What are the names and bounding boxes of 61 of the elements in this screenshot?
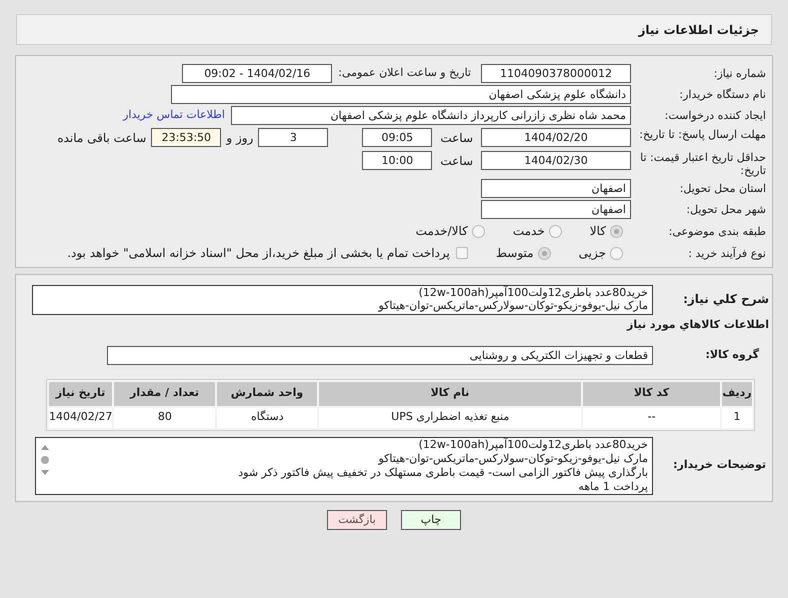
field-label: گروه کالا: bbox=[704, 346, 760, 363]
field-label: ساعت bbox=[440, 130, 473, 147]
field-label: روز و bbox=[226, 130, 254, 147]
field-label: حداقل تاریخ اعتبار قیمت: تا تاریخ: bbox=[639, 151, 766, 177]
table-cell: منبع تغذیه اضطراری UPS bbox=[319, 408, 582, 428]
text-field[interactable]: 1404/02/30 bbox=[481, 151, 631, 170]
radio-button[interactable] bbox=[472, 224, 485, 238]
radio-button[interactable] bbox=[610, 246, 623, 260]
table-cell: دستگاه bbox=[217, 408, 318, 428]
field-label: ایجاد کننده درخواست: bbox=[664, 109, 766, 122]
radio-label: خدمت bbox=[512, 223, 545, 240]
field-label: شرح کلي نياز: bbox=[682, 291, 769, 308]
text-field[interactable]: اصفهان bbox=[481, 200, 631, 219]
radio-button[interactable] bbox=[548, 224, 562, 238]
column-header: واحد شمارش bbox=[217, 382, 317, 406]
table-cell: 1404/02/27 bbox=[49, 408, 112, 428]
text-field[interactable]: قطعات و تجهیزات الکتریکی و روشنایی bbox=[107, 346, 653, 364]
radio-label: جزیی bbox=[578, 245, 606, 262]
text-field[interactable]: 09:05 bbox=[362, 128, 432, 147]
field-label: مهلت ارسال پاسخ: تا تاریخ: bbox=[638, 128, 766, 141]
table-cell: 1 bbox=[722, 408, 752, 428]
print-button[interactable]: چاپ bbox=[401, 510, 461, 530]
text-field[interactable]: اصفهان bbox=[481, 179, 631, 198]
text-field[interactable]: محمد شاه نظری زازرانی کارپرداز دانشگاه علوم پزشکی اصفهان bbox=[231, 106, 631, 125]
checkbox-label: پرداخت تمام یا بخشی از مبلغ خرید،از محل "اسناد خزانه اسلامی" خواهد بود. bbox=[67, 245, 450, 262]
field-label: طبقه بندی موضوعی: bbox=[668, 224, 766, 238]
page-title: جزئیات اطلاعات نیاز bbox=[638, 22, 759, 38]
field-label: تاریخ و ساعت اعلان عمومی: bbox=[338, 65, 471, 82]
field-label: نوع فرآیند خرید : bbox=[687, 246, 766, 260]
checkbox[interactable] bbox=[456, 247, 468, 259]
column-header: تاریخ نیاز bbox=[49, 382, 112, 406]
field-label: ساعت bbox=[440, 153, 473, 170]
radio-label: کالا/خدمت bbox=[416, 223, 468, 240]
table-cell: 80 bbox=[114, 408, 216, 428]
description-field[interactable]: خرید80عدد باطری12ولت100آمپر(12w-100ah) مارک نیل-یوفو-زیکو-توکان-سولارکس-ماتریکس-توان-هیتاکو bbox=[32, 285, 653, 315]
column-header: نام کالا bbox=[319, 382, 581, 406]
notes-field[interactable]: خرید80عدد باطری12ولت100آمپر(12w-100ah) مارک نیل-یوفو-زیکو-توکان-سولارکس-ماتریکس-توان-هیتاکو بارگذاری پیش فاکتور الزامی است- قیمت باطری مستهلک در تخفیف پیش فاکتور ذکر شود پرداخت 1 ماهه bbox=[35, 436, 653, 494]
field-label: شماره نیاز: bbox=[712, 67, 766, 80]
field-label: نام دستگاه خریدار: bbox=[678, 88, 766, 101]
text-field[interactable]: 3 bbox=[258, 128, 328, 147]
column-header: ردیف bbox=[722, 382, 752, 406]
text-field[interactable]: 1104090378000012 bbox=[481, 64, 631, 83]
column-header: کد کالا bbox=[583, 382, 720, 406]
countdown-field[interactable]: 23:53:50 bbox=[151, 128, 222, 147]
radio-label: کالا bbox=[590, 223, 606, 240]
text-field[interactable]: 1404/02/16 - 09:02 bbox=[182, 64, 332, 83]
field-label: توضیحات خریدار: bbox=[672, 457, 767, 474]
field-label: ساعت باقی مانده bbox=[57, 130, 146, 147]
column-header: تعداد / مقدار bbox=[114, 382, 215, 406]
radio-label: متوسط bbox=[496, 245, 534, 262]
section-heading: اطلاعات کالاهاي مورد نياز bbox=[627, 317, 769, 333]
text-field[interactable]: 10:00 bbox=[362, 151, 432, 170]
contact-link[interactable]: اطلاعات تماس خریدار bbox=[123, 107, 225, 124]
field-label: استان محل تحویل: bbox=[678, 182, 766, 195]
text-field[interactable]: 1404/02/20 bbox=[481, 128, 631, 147]
radio-button[interactable] bbox=[538, 246, 551, 260]
table-cell: -- bbox=[583, 408, 720, 428]
text-field[interactable]: دانشگاه علوم پزشکی اصفهان bbox=[171, 85, 631, 104]
field-label: شهر محل تحویل: bbox=[685, 203, 766, 216]
back-button[interactable]: بازگشت bbox=[327, 510, 387, 530]
radio-button[interactable] bbox=[610, 224, 623, 238]
